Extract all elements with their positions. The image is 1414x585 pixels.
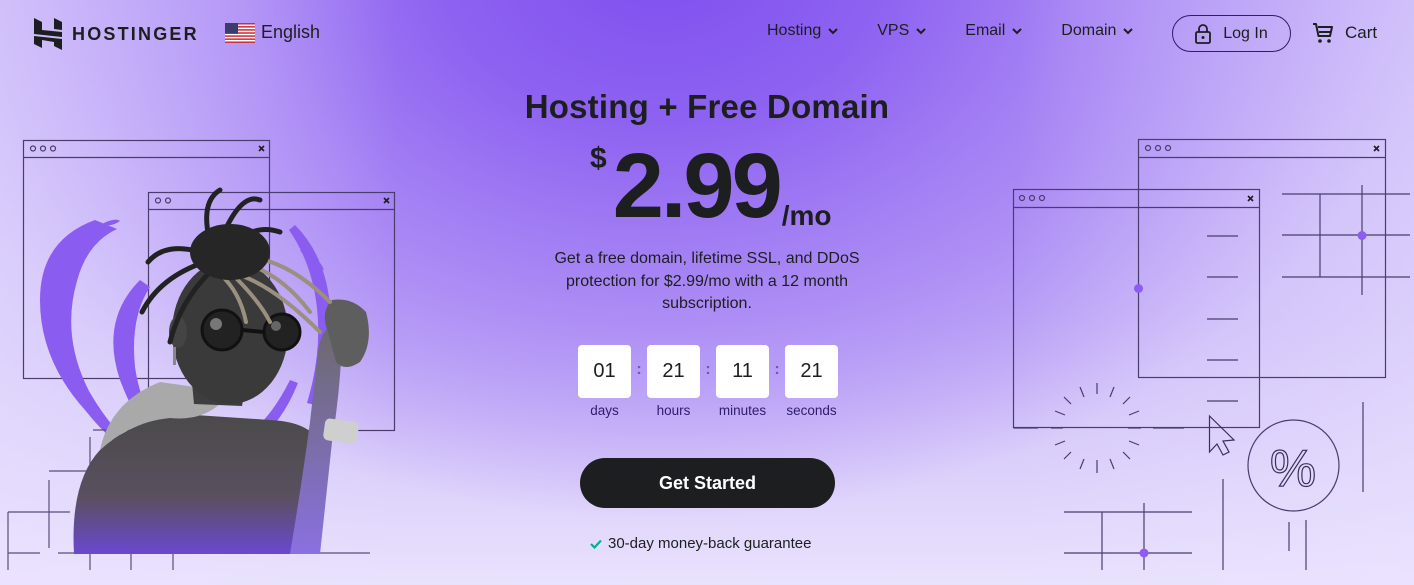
lock-icon (1195, 23, 1212, 44)
site-header: HOSTINGER English Hosting VPS Email Doma… (0, 0, 1414, 68)
chevron-down-icon (1012, 28, 1022, 35)
countdown-label: hours (656, 403, 691, 418)
countdown-separator: : (636, 361, 642, 378)
nav-label: Email (965, 22, 1006, 39)
sunburst-decoration (1013, 383, 1184, 473)
nav-item-vps[interactable]: VPS (877, 22, 927, 40)
browser-window-illustration-right-front (1012, 188, 1261, 429)
nav-item-domain[interactable]: Domain (1061, 22, 1134, 40)
guarantee-label: 30-day money-back guarantee (608, 535, 812, 552)
percent-glyph: % (1270, 440, 1316, 498)
cart-label: Cart (1345, 23, 1378, 42)
countdown-value: 11 (716, 345, 769, 398)
price-period: /mo (781, 200, 832, 231)
cart-icon (1313, 23, 1333, 43)
hostinger-logo[interactable]: HOSTINGER (34, 18, 199, 50)
countdown-value: 21 (785, 345, 838, 398)
us-flag-icon (225, 22, 255, 43)
nav-label: Hosting (767, 22, 822, 39)
countdown-seconds: 21 seconds (784, 345, 839, 418)
accent-dot (1357, 231, 1367, 240)
countdown-separator: : (774, 361, 780, 378)
hero-title: Hosting + Free Domain (524, 88, 890, 125)
nav-label: VPS (877, 22, 910, 39)
countdown-value: 21 (647, 345, 700, 398)
countdown-separator: : (705, 361, 711, 378)
price-currency: $ (590, 142, 607, 175)
accent-dot (1139, 548, 1149, 558)
grid-lines-right-bottom (1064, 402, 1364, 570)
countdown-timer: 01 days : 21 hours : 11 minutes : 21 sec… (577, 345, 839, 418)
countdown-label: seconds (786, 403, 837, 418)
chevron-down-icon (916, 28, 926, 35)
nav-item-email[interactable]: Email (965, 22, 1023, 40)
language-selector[interactable]: English (225, 22, 320, 43)
checkmark-icon (590, 539, 602, 549)
cursor-arrow-icon (1208, 414, 1236, 456)
chevron-down-icon (1123, 28, 1134, 35)
countdown-days: 01 days (577, 345, 632, 418)
countdown-label: minutes (718, 403, 767, 418)
countdown-value: 01 (578, 345, 631, 398)
price-display: $ 2.99 /mo (590, 138, 832, 234)
accent-dot (1134, 284, 1143, 293)
nav-label: Domain (1061, 22, 1117, 39)
grid-lines-right-top (1282, 185, 1410, 295)
login-label: Log In (1223, 24, 1268, 42)
logo-text: HOSTINGER (72, 23, 199, 44)
hero-description: Get a free domain, lifetime SSL, and DDo… (554, 250, 860, 312)
main-nav: Hosting VPS Email Domain (767, 22, 1172, 40)
language-label: English (261, 22, 321, 42)
browser-window-illustration-right-back (1137, 138, 1387, 379)
countdown-hours: 21 hours (646, 345, 701, 418)
countdown-label: days (590, 403, 619, 418)
money-back-guarantee: 30-day money-back guarantee (590, 535, 811, 552)
percent-badge (1247, 419, 1340, 512)
countdown-minutes: 11 minutes (715, 345, 770, 418)
login-button[interactable]: Log In (1172, 15, 1291, 52)
nav-item-hosting[interactable]: Hosting (767, 22, 839, 40)
get-started-button[interactable]: Get Started (580, 458, 835, 508)
hostinger-logo-icon (34, 18, 62, 50)
chevron-down-icon (828, 28, 838, 35)
hero-person-image (73, 187, 369, 554)
cart-button[interactable]: Cart (1311, 21, 1377, 45)
price-amount: 2.99 (612, 135, 783, 237)
